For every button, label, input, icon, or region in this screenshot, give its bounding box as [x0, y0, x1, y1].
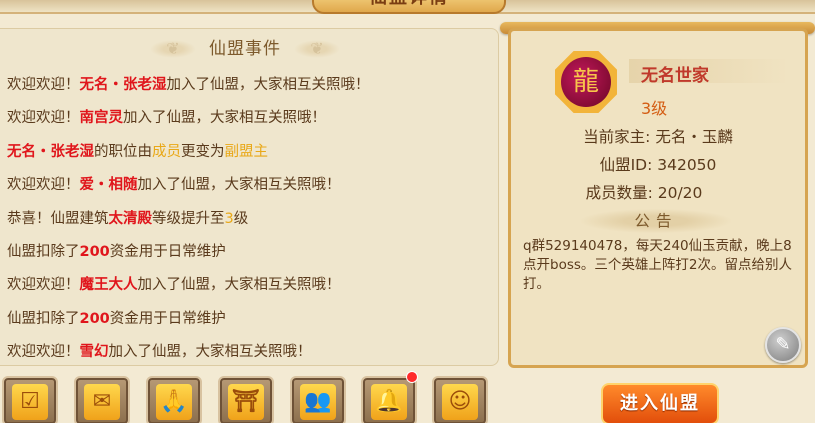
event-row: 仙盟扣除了200资金用于日常维护 — [7, 303, 491, 336]
notice-text: q群529140478，每天240仙玉贡献，晚上8点开boss。三个英雄上阵打2… — [523, 238, 792, 292]
envelope-button[interactable]: ✉ — [74, 376, 130, 423]
event-text: 恭喜！仙盟建筑 — [7, 210, 109, 227]
event-text: 加入了仙盟，大家相互关照哦！ — [108, 344, 312, 361]
event-text: 仙盟扣除了 — [7, 243, 80, 260]
checkin-button[interactable]: ☑ — [2, 376, 58, 423]
event-list: 欢迎欢迎！无名・张老湿加入了仙盟，大家相互关照哦！ 欢迎欢迎！南宫灵加入了仙盟，大… — [7, 69, 491, 370]
event-row: 欢迎欢迎！雪幻加入了仙盟，大家相互关照哦！ — [7, 336, 491, 369]
event-highlight: 太清殿 — [108, 210, 153, 227]
event-text: 资金用于日常维护 — [109, 310, 226, 327]
event-row: 仙盟扣除了200资金用于日常维护 — [7, 236, 491, 269]
pray-hands-icon: 🙏 — [156, 384, 192, 420]
event-value: 副盟主 — [224, 143, 269, 160]
title-plaque: 仙盟详情 — [312, 0, 506, 14]
event-text: 级 — [233, 210, 249, 227]
event-text: 加入了仙盟，大家相互关照哦！ — [166, 77, 370, 93]
guild-leader: 当前家主: 无名・玉麟 — [583, 128, 733, 146]
page-title: 仙盟详情 — [369, 0, 449, 8]
event-value: 成员 — [152, 143, 181, 160]
person-icon: ☺ — [442, 384, 478, 420]
event-row: 欢迎欢迎！无名・张老湿加入了仙盟，大家相互关照哦！ — [7, 69, 491, 102]
event-text: 加入了仙盟，大家相互关照哦！ — [137, 277, 341, 294]
guild-id: 仙盟ID: 342050 — [599, 156, 717, 174]
guild-emblem: 龍 — [555, 51, 617, 113]
event-highlight: 无名・张老湿 — [79, 77, 167, 93]
notice-header-label: 公告 — [634, 212, 678, 230]
event-row: 欢迎欢迎！爱・相随加入了仙盟，大家相互关照哦！ — [7, 169, 491, 202]
checkin-icon: ☑ — [12, 384, 48, 420]
guild-members: 成员数量: 20/20 — [585, 184, 703, 202]
event-row: 恭喜！仙盟建筑太清殿等级提升至3级 — [7, 203, 491, 236]
members-button[interactable]: 👥 — [290, 376, 346, 423]
event-highlight: 200 — [79, 310, 110, 327]
pencil-icon: ✎ — [775, 334, 791, 355]
envelope-icon: ✉ — [84, 384, 120, 420]
event-text: 资金用于日常维护 — [109, 243, 226, 260]
event-highlight: 爱・相随 — [79, 177, 138, 194]
event-text: 加入了仙盟，大家相互关照哦！ — [137, 177, 341, 194]
bell-icon: 🔔 — [371, 384, 407, 420]
event-row: 欢迎欢迎！南宫灵加入了仙盟，大家相互关照哦！ — [7, 102, 491, 135]
event-highlight: 魔王大人 — [79, 277, 138, 294]
shrine-icon: ⛩ — [228, 384, 264, 420]
guild-level: 3级 — [641, 99, 668, 118]
event-text: 的职位由 — [94, 143, 152, 160]
swirl-ornament-icon: ❦ — [150, 40, 196, 58]
event-text: 欢迎欢迎！ — [7, 277, 80, 294]
event-row: 无名・张老湿的职位由成员更变为副盟主 — [7, 136, 491, 169]
event-highlight: 200 — [79, 243, 110, 260]
notice-header: 公告 — [581, 209, 731, 233]
events-panel: ❦ 仙盟事件 ❦ 欢迎欢迎！无名・张老湿加入了仙盟，大家相互关照哦！ 欢迎欢迎！南… — [0, 28, 499, 366]
edit-notice-button[interactable]: ✎ — [765, 327, 801, 363]
event-text: 欢迎欢迎！ — [7, 110, 80, 127]
event-highlight: 无名・张老湿 — [7, 143, 94, 160]
event-text: 更变为 — [181, 143, 225, 160]
pray-hands-button[interactable]: 🙏 — [146, 376, 202, 423]
event-row: 欢迎欢迎！魔王大人加入了仙盟，大家相互关照哦！ — [7, 269, 491, 302]
guild-info-panel: 龍 无名世家 3级 当前家主: 无名・玉麟 仙盟ID: 342050 成员数量:… — [508, 28, 808, 368]
event-text: 欢迎欢迎！ — [7, 177, 80, 194]
event-highlight: 雪幻 — [79, 344, 109, 361]
dragon-icon: 龍 — [572, 67, 599, 97]
members-icon: 👥 — [300, 384, 336, 420]
shrine-button[interactable]: ⛩ — [218, 376, 274, 423]
events-header: ❦ 仙盟事件 ❦ — [150, 37, 340, 61]
swirl-ornament-icon: ❦ — [294, 40, 340, 58]
event-text: 等级提升至 — [152, 210, 225, 227]
event-text: 欢迎欢迎！ — [7, 344, 80, 361]
person-button[interactable]: ☺ — [432, 376, 488, 423]
events-header-label: 仙盟事件 — [209, 39, 281, 59]
event-text: 欢迎欢迎！ — [7, 77, 80, 93]
event-highlight: 南宫灵 — [79, 110, 124, 127]
event-text: 仙盟扣除了 — [7, 310, 80, 327]
enter-guild-button[interactable]: 进入仙盟 — [601, 383, 719, 423]
guild-name: 无名世家 — [641, 66, 709, 86]
event-text: 加入了仙盟，大家相互关照哦！ — [123, 110, 326, 127]
notification-dot — [406, 371, 418, 383]
bell-button[interactable]: 🔔 — [361, 376, 417, 423]
event-value: 3 — [224, 210, 234, 227]
